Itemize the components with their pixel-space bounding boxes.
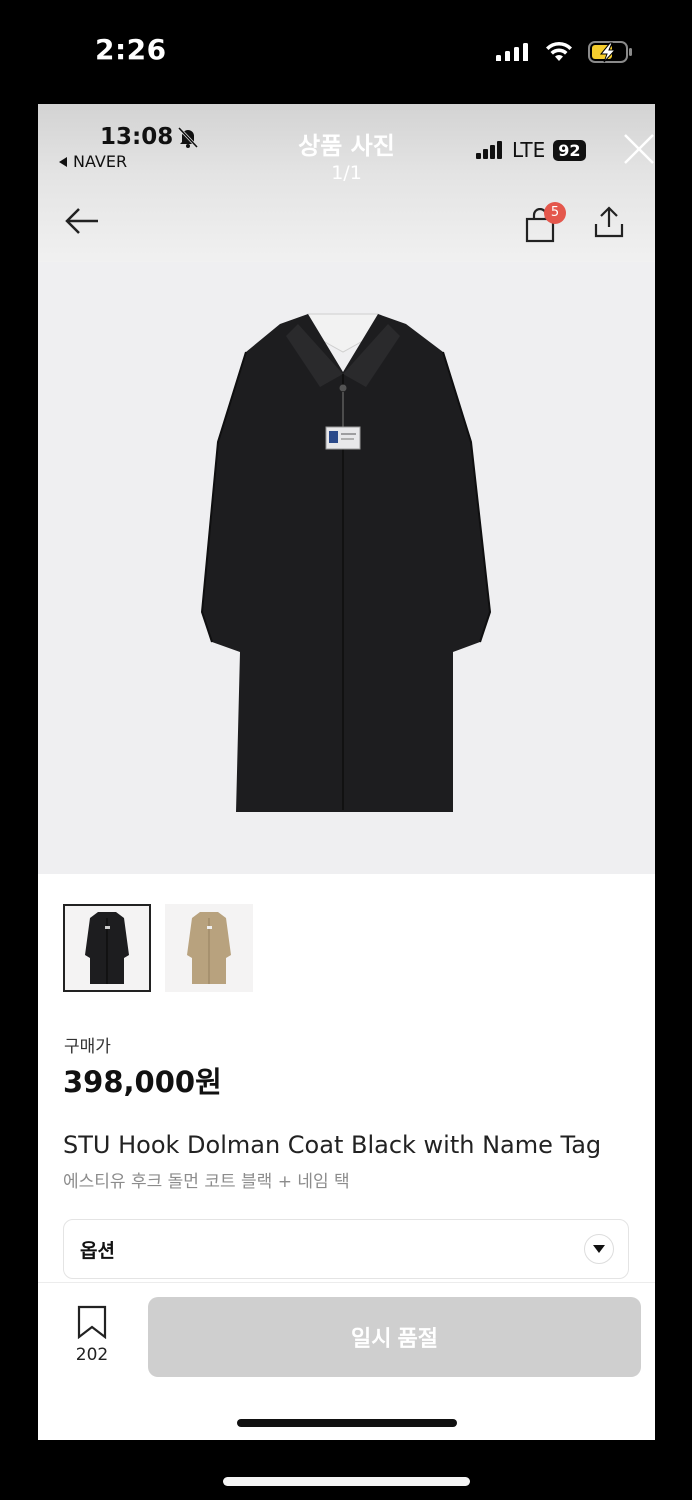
network-type: LTE (512, 138, 546, 162)
cellular-icon (476, 141, 502, 159)
wifi-icon (546, 41, 572, 61)
viewer-counter: 1/1 (331, 162, 362, 184)
product-main-image[interactable] (38, 262, 655, 874)
product-name-en: STU Hook Dolman Coat Black with Name Tag (63, 1131, 602, 1159)
bookmark-icon (77, 1305, 107, 1340)
cart-button[interactable]: 5 (524, 202, 568, 244)
option-dropdown[interactable] (584, 1234, 614, 1264)
product-name-ko: 에스티유 후크 돌먼 코트 블랙 + 네임 택 (63, 1172, 350, 1192)
coat-illustration (200, 313, 492, 812)
photo-viewer-header: 13:08 NAVER 상품 사진 1/1 LTE 92 5 (38, 104, 655, 264)
wishlist-count: 202 (75, 1345, 109, 1365)
soldout-button[interactable]: 일시 품절 (148, 1297, 641, 1377)
cart-count-badge: 5 (544, 202, 566, 224)
close-icon[interactable] (622, 132, 655, 166)
inner-home-indicator (237, 1419, 457, 1427)
home-indicator[interactable] (223, 1477, 470, 1486)
device-time: 2:26 (95, 33, 167, 66)
inner-status-icons: LTE 92 (476, 138, 586, 162)
product-price: 398,000원 (63, 1065, 222, 1099)
purchase-bar: 202 일시 품절 (38, 1282, 655, 1440)
thumbnail-beige[interactable] (165, 904, 253, 992)
product-screen: 13:08 NAVER 상품 사진 1/1 LTE 92 5 구매가 398,0… (38, 104, 655, 1440)
option-label: 옵션 (80, 1239, 115, 1262)
signal-icon (496, 43, 530, 62)
device-status-bar: 2:26 (0, 0, 692, 104)
thumbnail-list (63, 904, 253, 992)
price-label: 구매가 (64, 1037, 111, 1057)
battery-charging-icon (588, 41, 632, 63)
coat-thumbnail-black (85, 912, 129, 984)
wishlist-button[interactable]: 202 (64, 1305, 120, 1365)
chevron-down-icon (593, 1245, 605, 1253)
device-status-icons (496, 38, 634, 66)
inner-battery: 92 (553, 139, 586, 161)
coat-thumbnail-beige (187, 912, 231, 984)
share-icon[interactable] (592, 204, 626, 240)
thumbnail-black[interactable] (63, 904, 151, 992)
option-select[interactable]: 옵션 (63, 1219, 629, 1279)
back-arrow-icon[interactable] (64, 206, 100, 236)
